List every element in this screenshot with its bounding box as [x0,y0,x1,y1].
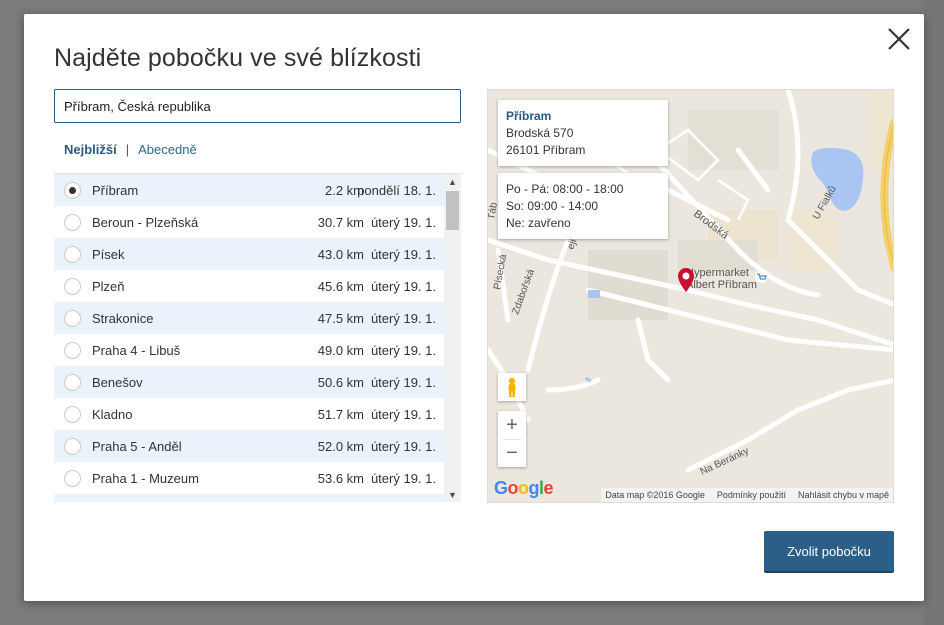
branch-row[interactable]: Praha 1 - Muzeum 53.6 km úterý 19. 1. [54,462,444,494]
zoom-in-button[interactable]: + [498,411,526,439]
branch-pickup-date: úterý 19. 1. [370,246,436,262]
svg-text:Albert Příbram: Albert Příbram [686,279,757,291]
dialog-title: Najděte pobočku ve své blízkosti [54,44,422,72]
branch-radio[interactable] [64,213,81,231]
branch-pickup-date: pondělí 18. 1. [357,182,436,198]
branch-radio[interactable] [64,373,81,391]
branch-row[interactable]: Praha 4 - Libuš 49.0 km úterý 19. 1. [54,334,444,366]
branch-name: Praha 1 - Muzeum [92,470,199,486]
branch-radio[interactable] [64,245,81,263]
branch-row[interactable]: Praha 5 - Anděl 52.0 km úterý 19. 1. [54,430,444,462]
svg-text:Hypermarket: Hypermarket [686,267,749,279]
branch-radio[interactable] [64,277,81,295]
map-branch-street: Brodská 570 [506,126,574,140]
sort-separator: | [125,142,130,157]
branch-address-box: Příbram Brodská 570 26101 Příbram [498,100,668,166]
location-search-input[interactable] [54,89,461,123]
branch-pickup-date: úterý 19. 1. [370,310,436,326]
branch-radio[interactable] [64,405,81,423]
zoom-controls: + − [498,411,526,467]
branch-row[interactable]: Plzeň 45.6 km úterý 19. 1. [54,270,444,302]
branch-name: Praha 4 - Libuš [92,342,181,358]
map-branch-name: Příbram [506,109,552,123]
branch-row[interactable]: Benešov 50.6 km úterý 19. 1. [54,366,444,398]
background-right-edge [924,0,944,625]
branch-row[interactable]: Příbram 2.2 km pondělí 18. 1. [54,174,444,206]
branch-finder-dialog: Najděte pobočku ve své blízkosti Nejbliž… [24,14,924,601]
branch-map[interactable]: Brodská U Fialků Písecká Zdabořská Na Be… [487,89,894,503]
branch-pickup-date: úterý 19. 1. [370,470,436,486]
map-data-credit: Data map ©2016 Google [605,490,705,500]
scrollbar-thumb[interactable] [446,191,459,230]
branch-radio[interactable] [64,501,81,502]
scroll-down-icon[interactable]: ▼ [444,487,461,502]
branch-name: Benešov [92,374,143,390]
sort-nearest-tab[interactable]: Nejbližší [64,142,117,157]
branch-distance: 43.0 km [317,246,364,262]
sort-options: Nejbližší | Abecedně [64,142,197,157]
branch-list-scrollbar[interactable]: ▲ ▼ [444,174,461,502]
branch-pickup-date: úterý 19. 1. [370,374,436,390]
branch-distance: 45.6 km [317,278,364,294]
branch-distance: 47.5 km [317,310,364,326]
branch-radio[interactable] [64,181,81,199]
branch-distance: 51.7 km [317,406,364,422]
map-footer: Data map ©2016 Google Podmínky použití N… [601,488,893,502]
zoom-out-button[interactable]: − [498,440,526,467]
branch-row[interactable]: Beroun - Plzeňská 30.7 km úterý 19. 1. [54,206,444,238]
branch-pickup-date: úterý 19. 1. [370,342,436,358]
branch-radio[interactable] [64,437,81,455]
branch-hours-box: Po - Pá: 08:00 - 18:00 So: 09:00 - 14:00… [498,173,668,239]
branch-list-items: Příbram 2.2 km pondělí 18. 1. Beroun - Plze… [54,174,444,502]
branch-radio[interactable] [64,469,81,487]
hours-saturday: So: 09:00 - 14:00 [506,199,599,213]
branch-distance: 30.7 km [317,214,364,230]
branch-pickup-date: úterý 19. 1. [370,406,436,422]
branch-row[interactable]: Kladno 51.7 km úterý 19. 1. [54,398,444,430]
hours-weekday: Po - Pá: 08:00 - 18:00 [506,182,624,196]
branch-distance: 50.6 km [317,374,364,390]
branch-row[interactable]: Písek 43.0 km úterý 19. 1. [54,238,444,270]
map-report-link[interactable]: Nahlásit chybu v mapě [798,490,889,500]
branch-name: Příbram [92,182,139,198]
branch-name: Písek [92,246,125,262]
branch-list: Příbram 2.2 km pondělí 18. 1. Beroun - Plze… [54,173,461,502]
map-terms-link[interactable]: Podmínky použití [717,490,786,500]
hours-sunday: Ne: zavřeno [506,216,571,230]
branch-name: Strakonice [92,310,154,326]
branch-name: Beroun - Plzeňská [92,214,199,230]
branch-distance: 53.6 km [317,470,364,486]
choose-branch-button[interactable]: Zvolit pobočku [764,531,894,571]
branch-pickup-date: úterý 19. 1. [370,278,436,294]
google-logo: Google [494,478,554,498]
street-view-pegman-icon[interactable] [498,373,526,401]
branch-name: Praha 5 - Anděl [92,438,182,454]
branch-name: Kladno [92,406,133,422]
scroll-up-icon[interactable]: ▲ [444,174,461,190]
branch-pickup-date: úterý 19. 1. [370,438,436,454]
branch-distance: 49.0 km [317,342,364,358]
branch-row-partial[interactable] [54,494,444,502]
branch-row[interactable]: Strakonice 47.5 km úterý 19. 1. [54,302,444,334]
close-icon[interactable] [886,26,912,52]
branch-pickup-date: úterý 19. 1. [370,214,436,230]
sort-alphabetical-tab[interactable]: Abecedně [138,142,197,157]
branch-radio[interactable] [64,309,81,327]
branch-distance: 52.0 km [317,438,364,454]
map-branch-city: 26101 Příbram [506,143,586,157]
branch-radio[interactable] [64,341,81,359]
branch-name: Plzeň [92,278,125,294]
